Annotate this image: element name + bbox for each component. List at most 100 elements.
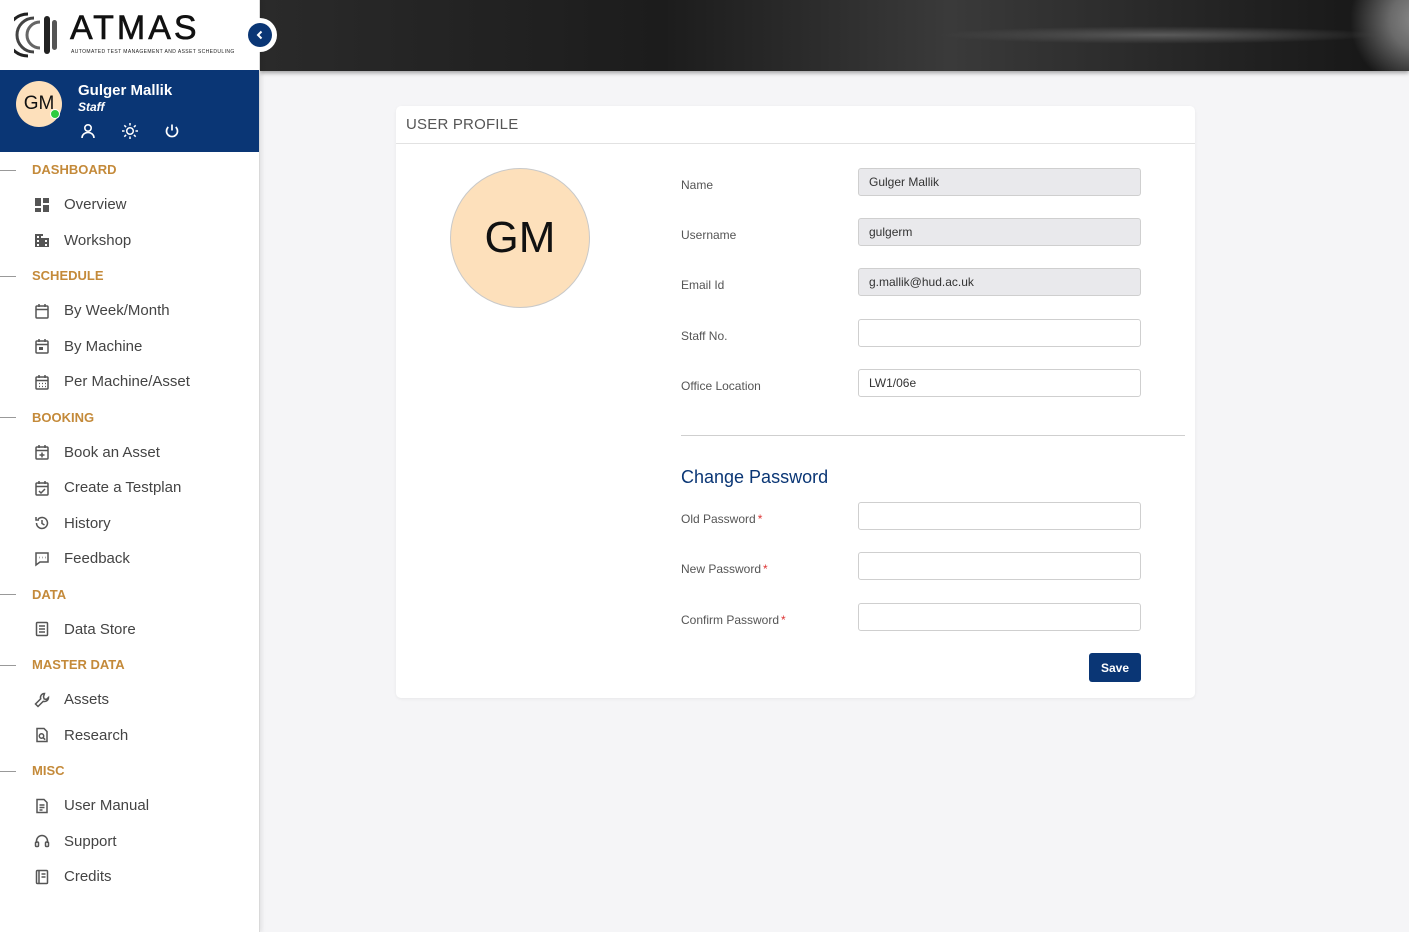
sidebar-item-support[interactable]: Support bbox=[0, 824, 260, 860]
collapse-sidebar-button[interactable] bbox=[243, 18, 277, 52]
card-title: USER PROFILE bbox=[396, 106, 1195, 144]
sidebar-item-label: Book an Asset bbox=[64, 443, 160, 461]
sidebar-item-book-an-asset[interactable]: Book an Asset bbox=[0, 435, 260, 471]
headset-icon bbox=[32, 831, 52, 851]
field-row-new-password: New Password * bbox=[681, 552, 1141, 580]
online-status-indicator bbox=[50, 109, 60, 119]
staff-no-field[interactable] bbox=[858, 319, 1141, 347]
old-password-label: Old Password * bbox=[681, 512, 762, 526]
sidebar: ATMAS AUTOMATED TEST MANAGEMENT AND ASSE… bbox=[0, 0, 260, 932]
sidebar-item-label: By Week/Month bbox=[64, 302, 170, 320]
sidebar-item-label: Assets bbox=[64, 691, 110, 709]
new-password-label-text: New Password bbox=[681, 562, 762, 576]
sidebar-item-data-store[interactable]: Data Store bbox=[0, 612, 260, 648]
dashboard-icon bbox=[32, 195, 52, 215]
sidebar-item-per-machine-asset[interactable]: Per Machine/Asset bbox=[0, 364, 260, 400]
section-dashboard: DASHBOARD bbox=[0, 152, 260, 187]
data-store-icon bbox=[32, 619, 52, 639]
sidebar-item-label: Data Store bbox=[64, 620, 136, 638]
section-misc: MISC bbox=[0, 753, 260, 788]
email-label: Email Id bbox=[681, 278, 725, 292]
chevron-left-icon bbox=[248, 23, 272, 47]
office-location-field[interactable] bbox=[858, 369, 1141, 397]
profile-icon[interactable] bbox=[78, 121, 98, 141]
calendar-grid-icon bbox=[32, 372, 52, 392]
sidebar-item-label: User Manual bbox=[64, 797, 150, 815]
logo-area: ATMAS AUTOMATED TEST MANAGEMENT AND ASSE… bbox=[0, 0, 259, 70]
sidebar-item-by-machine[interactable]: By Machine bbox=[0, 329, 260, 365]
header-banner bbox=[260, 0, 1409, 71]
sidebar-item-assets[interactable]: Assets bbox=[0, 682, 260, 718]
sidebar-item-label: Workshop bbox=[64, 231, 132, 249]
sidebar-item-label: Feedback bbox=[64, 550, 130, 568]
office-location-label: Office Location bbox=[681, 379, 761, 393]
calendar-check-icon bbox=[32, 478, 52, 498]
old-password-field[interactable] bbox=[858, 502, 1141, 530]
sidebar-item-label: Per Machine/Asset bbox=[64, 373, 190, 391]
sidebar-item-research[interactable]: Research bbox=[0, 718, 260, 754]
book-icon bbox=[32, 867, 52, 887]
required-marker: * bbox=[781, 613, 786, 627]
sidebar-item-user-manual[interactable]: User Manual bbox=[0, 788, 260, 824]
sidebar-item-feedback[interactable]: Feedback bbox=[0, 541, 260, 577]
user-actions bbox=[78, 121, 182, 141]
sidebar-item-history[interactable]: History bbox=[0, 506, 260, 542]
confirm-password-label-text: Confirm Password bbox=[681, 613, 780, 627]
field-row-username: Username bbox=[681, 218, 1141, 246]
change-password-title: Change Password bbox=[681, 467, 829, 487]
confirm-password-label: Confirm Password * bbox=[681, 613, 786, 627]
old-password-label-text: Old Password bbox=[681, 512, 756, 526]
sidebar-item-label: By Machine bbox=[64, 337, 143, 355]
sidebar-item-workshop[interactable]: Workshop bbox=[0, 223, 260, 259]
field-row-old-password: Old Password * bbox=[681, 502, 1141, 530]
email-field[interactable] bbox=[858, 268, 1141, 296]
brand-tagline: AUTOMATED TEST MANAGEMENT AND ASSET SCHE… bbox=[71, 49, 235, 55]
divider bbox=[681, 435, 1185, 436]
brand-name: ATMAS bbox=[70, 9, 200, 47]
calendar-filled-icon bbox=[32, 336, 52, 356]
section-data: DATA bbox=[0, 577, 260, 612]
user-role: Staff bbox=[78, 100, 105, 114]
document-icon bbox=[32, 796, 52, 816]
confirm-password-field[interactable] bbox=[858, 603, 1141, 631]
field-row-name: Name bbox=[681, 168, 1141, 196]
required-marker: * bbox=[757, 512, 763, 526]
sidebar-item-overview[interactable]: Overview bbox=[0, 187, 260, 223]
history-icon bbox=[32, 513, 52, 533]
sidebar-item-label: Research bbox=[64, 726, 129, 744]
atmas-logo-icon bbox=[14, 12, 57, 58]
power-icon[interactable] bbox=[162, 121, 182, 141]
sidebar-item-label: Overview bbox=[64, 196, 127, 214]
sidebar-nav: DASHBOARD Overview Workshop SCHEDULE By … bbox=[0, 152, 260, 895]
calendar-icon bbox=[32, 301, 52, 321]
field-row-confirm-password: Confirm Password * bbox=[681, 603, 1141, 631]
avatar[interactable]: GM bbox=[16, 81, 62, 127]
name-field[interactable] bbox=[858, 168, 1141, 196]
sidebar-item-label: Support bbox=[64, 832, 117, 850]
sidebar-item-create-a-testplan[interactable]: Create a Testplan bbox=[0, 470, 260, 506]
user-panel: GM Gulger Mallik Staff bbox=[0, 70, 259, 152]
username-field[interactable] bbox=[858, 218, 1141, 246]
new-password-field[interactable] bbox=[858, 552, 1141, 580]
sidebar-item-by-week-month[interactable]: By Week/Month bbox=[0, 293, 260, 329]
save-button[interactable]: Save bbox=[1089, 653, 1141, 682]
staff-no-label: Staff No. bbox=[681, 329, 728, 343]
profile-avatar: GM bbox=[450, 168, 590, 308]
sidebar-item-label: Create a Testplan bbox=[64, 479, 182, 497]
section-master-data: MASTER DATA bbox=[0, 647, 260, 682]
sidebar-item-label: History bbox=[64, 514, 111, 532]
username-label: Username bbox=[681, 228, 737, 242]
building-icon bbox=[32, 230, 52, 250]
wrench-icon bbox=[32, 690, 52, 710]
sidebar-item-credits[interactable]: Credits bbox=[0, 859, 260, 895]
name-label: Name bbox=[681, 178, 714, 192]
document-search-icon bbox=[32, 725, 52, 745]
user-profile-card: USER PROFILE GM Name Username Email Id S… bbox=[396, 106, 1195, 698]
new-password-label: New Password * bbox=[681, 562, 768, 576]
section-booking: BOOKING bbox=[0, 400, 260, 435]
sidebar-item-label: Credits bbox=[64, 868, 112, 886]
theme-toggle-icon[interactable] bbox=[120, 121, 140, 141]
field-row-staff-no: Staff No. bbox=[681, 319, 1141, 347]
calendar-plus-icon bbox=[32, 442, 52, 462]
field-row-email: Email Id bbox=[681, 268, 1141, 296]
